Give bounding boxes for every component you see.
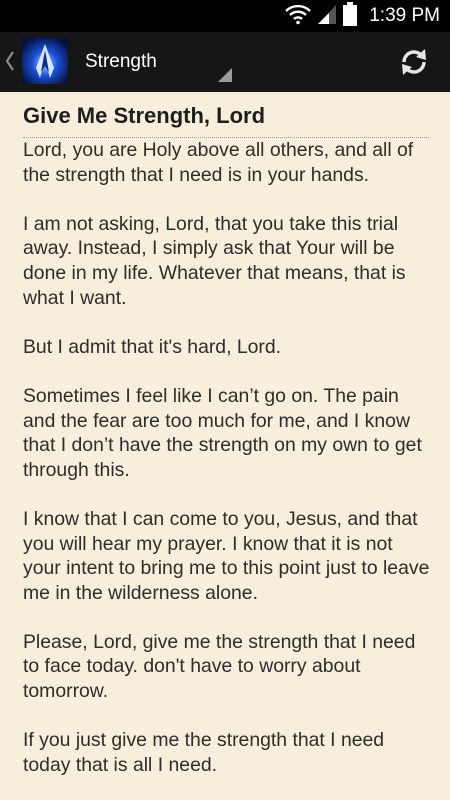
spinner-triangle-icon[interactable]: [218, 68, 232, 87]
up-caret-icon[interactable]: [4, 48, 16, 79]
action-bar: Strength: [0, 32, 450, 92]
action-bar-title[interactable]: Strength: [85, 51, 157, 73]
prayer-paragraph: I know that I can come to you, Jesus, an…: [23, 507, 430, 604]
status-bar: 1:39 PM: [0, 0, 450, 32]
battery-icon: [343, 1, 358, 31]
prayer-paragraph: But I admit that it's hard, Lord.: [23, 335, 282, 358]
prayer-paragraph: Lord, you are Holy above all others, and…: [23, 139, 414, 186]
prayer-paragraph: I am not asking, Lord, that you take thi…: [23, 212, 406, 309]
wifi-icon: [285, 3, 312, 30]
prayer-body: Lord, you are Holy above all others, and…: [23, 138, 433, 800]
prayer-paragraph: If you just give me the strength that I …: [23, 729, 385, 776]
prayer-content[interactable]: Give Me Strength, Lord Lord, you are Hol…: [0, 92, 450, 800]
prayer-paragraph: Sometimes I feel like I can’t go on. The…: [23, 384, 422, 481]
praying-hands-app-icon[interactable]: [22, 38, 68, 89]
prayer-title: Give Me Strength, Lord: [23, 102, 429, 138]
status-icons: 1:39 PM: [285, 0, 440, 32]
cell-signal-icon: [317, 3, 337, 30]
refresh-icon[interactable]: [398, 46, 430, 78]
prayer-paragraph: Please, Lord, give me the strength that …: [23, 630, 416, 703]
status-time: 1:39 PM: [369, 5, 440, 26]
